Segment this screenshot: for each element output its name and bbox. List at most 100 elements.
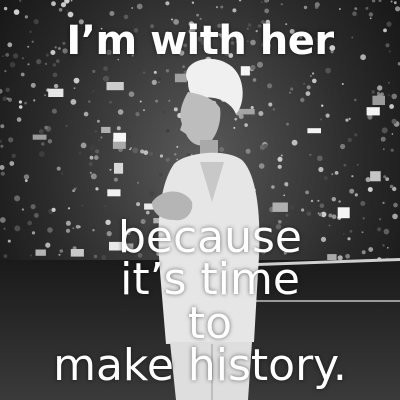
crowd-speck [328,213,333,218]
crowd-speck [8,137,14,143]
crowd-speck [88,100,91,103]
crowd-speck [303,5,308,10]
crowd-speck [300,97,305,103]
crowd-speck [58,8,63,12]
crowd-speck [377,227,382,232]
crowd-speck [390,0,393,3]
crowd-speck [272,108,275,111]
crowd-sign [70,249,84,257]
crowd-speck [368,247,374,252]
crowd-speck [94,130,97,133]
crowd-speck [271,185,275,189]
crowd-speck [361,250,366,255]
crowd-speck [309,153,312,156]
crowd-speck [27,220,32,226]
crowd-speck [6,97,9,100]
crowd-speck [389,184,394,189]
crowd-speck [4,70,7,73]
crowd-speck [391,118,397,124]
crowd-speck [95,187,99,191]
crowd-speck [356,163,359,166]
crowd-speck [303,82,305,85]
crowd-speck [391,133,394,135]
crowd-speck [377,85,383,91]
crowd-speck [103,66,108,71]
crowd-speck [379,218,382,221]
crowd-speck [30,82,36,88]
crowd-speck [23,174,30,180]
crowd-speck [261,1,263,3]
crowd-speck [73,77,80,84]
crowd-speck [70,99,77,105]
crowd-speck [51,108,57,114]
crowd-speck [391,93,398,100]
crowd-speck [280,3,283,6]
crowd-sign [106,82,124,91]
crowd-speck [191,1,195,4]
crowd-speck [44,125,49,130]
crowd-speck [284,182,289,187]
crowd-speck [94,155,99,160]
crowd-speck [65,124,68,128]
crowd-speck [331,214,337,219]
message-line-4: make history. [53,340,347,391]
crowd-speck [320,118,322,121]
crowd-speck [103,75,110,82]
crowd-speck [291,139,298,146]
crowd-speck [387,247,389,249]
crowd-speck [109,168,112,171]
crowd-speck [89,155,94,160]
crowd-sign [370,171,381,182]
crowd-speck [380,136,386,142]
crowd-speck [383,228,390,235]
crowd-speck [0,124,5,129]
crowd-speck [11,153,16,158]
crowd-speck [100,136,103,139]
crowd-sign [101,126,111,133]
crowd-speck [382,244,385,247]
crowd-speck [5,87,10,93]
crowd-speck [0,139,2,144]
crowd-speck [81,204,84,207]
crowd-speck [368,12,374,17]
crowd-speck [117,109,124,115]
crowd-speck [19,0,22,2]
crowd-speck [349,188,355,194]
crowd-speck [0,144,4,148]
crowd-sign [307,128,321,134]
crowd-speck [47,139,53,144]
crowd-speck [92,69,96,73]
crowd-sign [113,132,126,142]
crowd-speck [67,11,74,18]
crowd-speck [318,166,324,173]
crowd-speck [352,11,357,16]
crowd-speck [51,207,56,212]
crowd-speck [95,149,100,154]
crowd-speck [393,202,398,208]
crowd-speck [3,6,8,11]
crowd-speck [16,117,22,122]
crowd-speck [320,236,327,242]
crowd-speck [39,151,45,157]
crowd-speck [334,171,339,175]
crowd-speck [59,249,64,253]
crowd-speck [65,220,71,226]
crowd-speck [390,148,394,152]
crowd-speck [131,7,134,9]
crowd-speck [92,229,95,232]
crowd-sign [337,207,350,219]
crowd-speck [38,129,44,134]
crowd-speck [305,190,309,195]
crowd-speck [24,101,27,105]
crowd-speck [89,171,92,174]
crowd-speck [88,161,93,167]
crowd-speck [20,72,25,77]
crowd-speck [341,83,344,85]
crowd-speck [354,98,357,102]
crowd-speck [31,231,36,235]
crowd-speck [113,177,118,182]
crowd-speck [388,94,390,97]
crowd-speck [73,188,76,191]
crowd-speck [348,117,351,120]
crowd-speck [165,1,170,6]
